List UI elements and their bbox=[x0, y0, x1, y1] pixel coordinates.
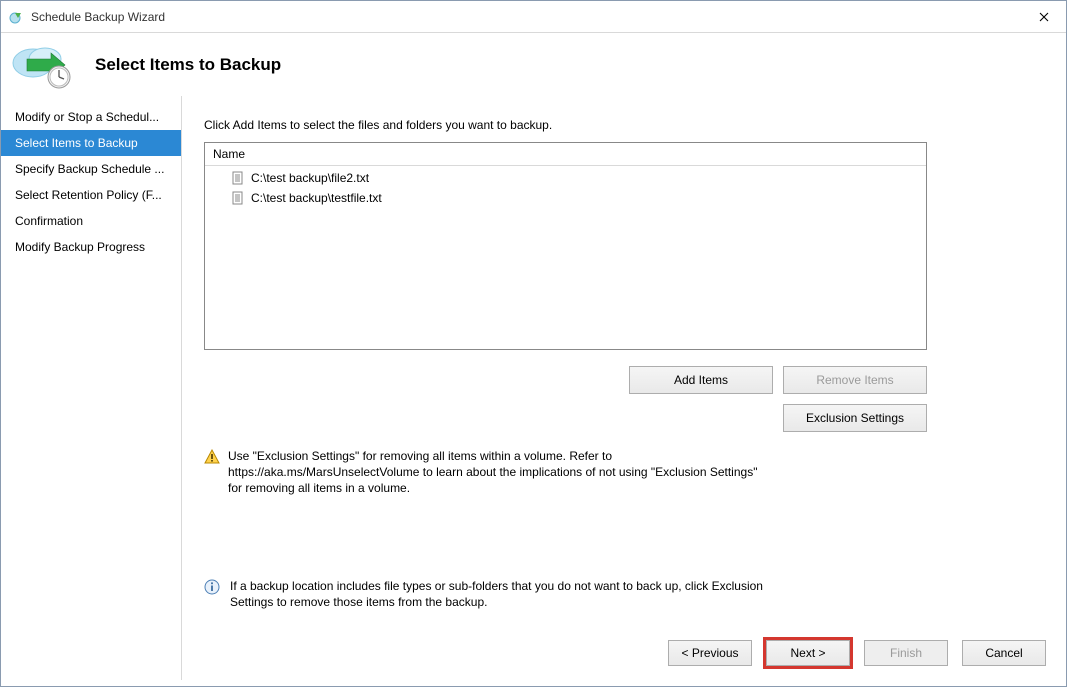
wizard-footer-buttons: < Previous Next > Finish Cancel bbox=[204, 640, 1046, 666]
items-list[interactable]: Name C:\test backup\file2.txt C:\test ba… bbox=[204, 142, 927, 350]
exclusion-button-row: Exclusion Settings bbox=[204, 404, 927, 432]
add-items-button[interactable]: Add Items bbox=[629, 366, 773, 394]
step-modify-progress[interactable]: Modify Backup Progress bbox=[1, 234, 181, 260]
app-icon bbox=[9, 9, 25, 25]
file-icon bbox=[231, 171, 245, 185]
info-icon bbox=[204, 579, 220, 595]
warning-text: Use "Exclusion Settings" for removing al… bbox=[228, 448, 764, 496]
item-buttons-row: Add Items Remove Items bbox=[204, 366, 927, 394]
wizard-body: Modify or Stop a Schedul... Select Items… bbox=[1, 96, 1066, 680]
close-icon bbox=[1039, 12, 1049, 22]
cancel-button[interactable]: Cancel bbox=[962, 640, 1046, 666]
step-modify-or-stop[interactable]: Modify or Stop a Schedul... bbox=[1, 104, 181, 130]
wizard-steps-sidebar: Modify or Stop a Schedul... Select Items… bbox=[1, 96, 182, 680]
remove-items-button: Remove Items bbox=[783, 366, 927, 394]
instruction-text: Click Add Items to select the files and … bbox=[204, 118, 1046, 132]
list-body: C:\test backup\file2.txt C:\test backup\… bbox=[205, 166, 926, 349]
close-button[interactable] bbox=[1022, 1, 1066, 33]
list-item-label: C:\test backup\file2.txt bbox=[251, 169, 369, 187]
file-icon bbox=[231, 191, 245, 205]
wizard-header-icon bbox=[11, 41, 77, 89]
warning-icon bbox=[204, 449, 220, 465]
titlebar: Schedule Backup Wizard bbox=[1, 1, 1066, 33]
exclusion-settings-button[interactable]: Exclusion Settings bbox=[783, 404, 927, 432]
next-button[interactable]: Next > bbox=[766, 640, 850, 666]
content-bottom: If a backup location includes file types… bbox=[204, 578, 1046, 666]
info-text: If a backup location includes file types… bbox=[230, 578, 764, 610]
page-title: Select Items to Backup bbox=[95, 55, 281, 75]
list-item-label: C:\test backup\testfile.txt bbox=[251, 189, 382, 207]
wizard-header: Select Items to Backup bbox=[1, 33, 1066, 96]
warning-note: Use "Exclusion Settings" for removing al… bbox=[204, 448, 764, 496]
list-item[interactable]: C:\test backup\testfile.txt bbox=[205, 188, 926, 208]
info-note: If a backup location includes file types… bbox=[204, 578, 764, 610]
step-select-items[interactable]: Select Items to Backup bbox=[1, 130, 181, 156]
step-retention-policy[interactable]: Select Retention Policy (F... bbox=[1, 182, 181, 208]
list-item[interactable]: C:\test backup\file2.txt bbox=[205, 168, 926, 188]
list-column-name[interactable]: Name bbox=[205, 143, 926, 166]
wizard-content: Click Add Items to select the files and … bbox=[182, 96, 1066, 680]
previous-button[interactable]: < Previous bbox=[668, 640, 752, 666]
finish-button: Finish bbox=[864, 640, 948, 666]
step-specify-schedule[interactable]: Specify Backup Schedule ... bbox=[1, 156, 181, 182]
window-title: Schedule Backup Wizard bbox=[31, 10, 165, 24]
step-confirmation[interactable]: Confirmation bbox=[1, 208, 181, 234]
